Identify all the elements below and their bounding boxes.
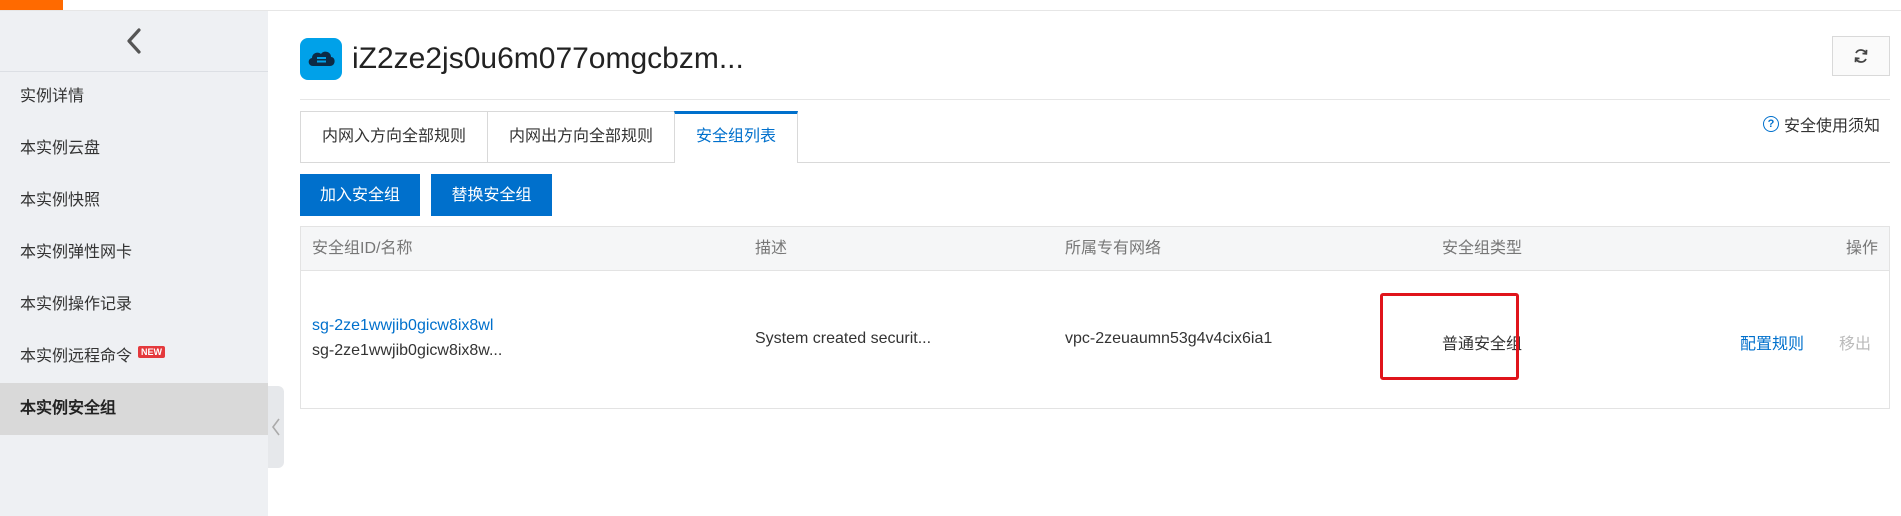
tab-security-group-list[interactable]: 安全组列表 bbox=[674, 111, 799, 163]
chevron-left-icon bbox=[272, 418, 280, 436]
page-title: iZ2ze2js0u6m077omgcbzm... bbox=[352, 42, 744, 75]
security-group-type: 普通安全组 bbox=[1442, 336, 1523, 353]
chevron-left-icon bbox=[127, 28, 141, 54]
remove-link[interactable]: 移出 bbox=[1839, 330, 1871, 354]
sidebar-item-instance-details[interactable]: 实例详情 bbox=[0, 71, 268, 123]
brand-accent bbox=[0, 0, 63, 10]
tabs-divider bbox=[300, 162, 1890, 163]
help-icon: ? bbox=[1762, 116, 1779, 132]
column-header-id-name: 安全组ID/名称 bbox=[312, 240, 413, 257]
notice-label: 安全使用须知 bbox=[1783, 118, 1880, 135]
new-badge: NEW bbox=[138, 346, 166, 358]
sidebar-item-disks[interactable]: 本实例云盘 bbox=[0, 123, 268, 175]
security-group-description: System created securit... bbox=[755, 330, 932, 347]
tab-inbound-rules[interactable]: 内网入方向全部规则 bbox=[300, 111, 489, 163]
header-divider bbox=[300, 99, 1890, 100]
sidebar: 实例详情 本实例云盘 本实例快照 本实例弹性网卡 本实例操作记录 本实例远程命令… bbox=[0, 11, 268, 516]
column-header-type: 安全组类型 bbox=[1442, 240, 1523, 257]
security-group-name: sg-2ze1wwjib0gicw8ix8w... bbox=[312, 342, 503, 359]
security-group-table: 安全组ID/名称 描述 所属专有网络 安全组类型 操作 sg-2ze1wwjib… bbox=[300, 226, 1890, 409]
refresh-button[interactable] bbox=[1832, 36, 1890, 76]
tab-bar: 内网入方向全部规则 内网出方向全部规则 安全组列表 bbox=[300, 111, 799, 163]
active-tab-underline-cover bbox=[675, 162, 797, 163]
back-button[interactable] bbox=[0, 11, 268, 72]
page-header: iZ2ze2js0u6m077omgcbzm... bbox=[300, 37, 744, 81]
column-header-vpc: 所属专有网络 bbox=[1065, 240, 1162, 257]
sidebar-item-label: 本实例弹性网卡 bbox=[20, 244, 133, 261]
replace-security-group-button[interactable]: 替换安全组 bbox=[431, 174, 552, 216]
sidebar-item-remote-commands[interactable]: 本实例远程命令 NEW bbox=[0, 331, 268, 383]
top-bar bbox=[0, 0, 1901, 11]
sidebar-item-security-groups[interactable]: 本实例安全组 bbox=[0, 383, 268, 435]
sidebar-item-label: 本实例快照 bbox=[20, 192, 101, 209]
ecs-instance-icon bbox=[300, 38, 342, 80]
tab-outbound-rules[interactable]: 内网出方向全部规则 bbox=[487, 111, 676, 163]
sidebar-menu: 实例详情 本实例云盘 本实例快照 本实例弹性网卡 本实例操作记录 本实例远程命令… bbox=[0, 71, 268, 435]
join-security-group-button[interactable]: 加入安全组 bbox=[300, 174, 420, 216]
sidebar-item-label: 实例详情 bbox=[20, 88, 85, 105]
column-header-description: 描述 bbox=[755, 240, 788, 257]
sidebar-item-label: 本实例安全组 bbox=[20, 400, 117, 417]
sidebar-item-eni[interactable]: 本实例弹性网卡 bbox=[0, 227, 268, 279]
column-header-actions: 操作 bbox=[1845, 240, 1878, 257]
refresh-icon bbox=[1854, 49, 1868, 63]
sidebar-item-label: 本实例操作记录 bbox=[20, 296, 133, 313]
main-content: iZ2ze2js0u6m077omgcbzm... 内网入方向全部规则 内网出方… bbox=[300, 11, 1890, 516]
sidebar-item-label: 本实例云盘 bbox=[20, 140, 101, 157]
sidebar-collapse-handle[interactable] bbox=[268, 386, 284, 468]
sidebar-item-operation-logs[interactable]: 本实例操作记录 bbox=[0, 279, 268, 331]
sidebar-item-snapshots[interactable]: 本实例快照 bbox=[0, 175, 268, 227]
sidebar-item-label: 本实例远程命令 bbox=[20, 348, 133, 365]
table-header: 安全组ID/名称 描述 所属专有网络 安全组类型 操作 bbox=[301, 227, 1889, 271]
security-notice-link[interactable]: ? 安全使用须知 bbox=[1762, 112, 1880, 136]
vpc-id: vpc-2zeuaumn53g4v4cix6ia1 bbox=[1065, 330, 1273, 347]
configure-rules-link[interactable]: 配置规则 bbox=[1740, 330, 1804, 354]
security-group-id-link[interactable]: sg-2ze1wwjib0gicw8ix8wl bbox=[312, 317, 493, 335]
